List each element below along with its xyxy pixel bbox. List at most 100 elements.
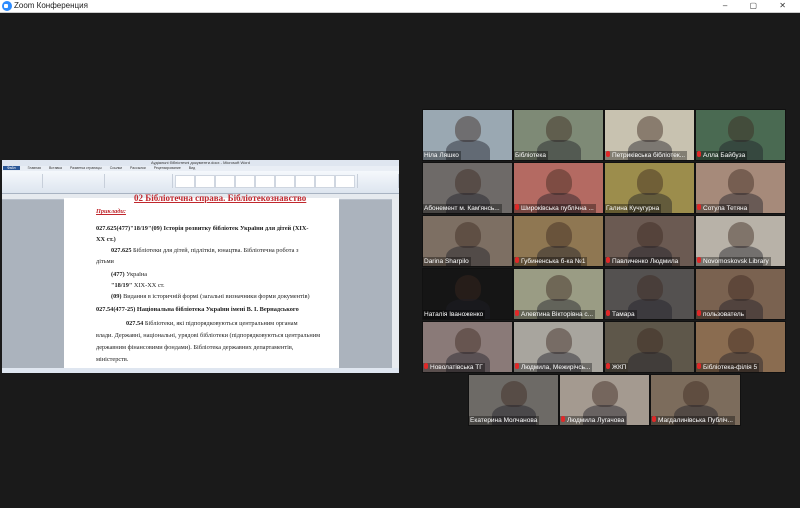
muted-mic-icon — [606, 151, 610, 158]
word-ribbon — [2, 171, 399, 194]
muted-mic-icon — [515, 204, 519, 211]
document-line: "18/19" XIX-XX ст. — [111, 282, 165, 289]
window-controls[interactable]: – ▢ ✕ — [723, 0, 796, 12]
participant-tile[interactable]: Novomoskovsk Library — [695, 215, 786, 267]
document-line: 027.54(477-25) Національна бібліотека Ук… — [96, 306, 299, 313]
muted-mic-icon — [424, 363, 428, 370]
document-line: влади. Державні, національні, урядові бі… — [96, 332, 321, 339]
participant-name: Новолатівська ТГ — [423, 363, 485, 372]
participant-tile[interactable]: Ніла Ляшко — [422, 109, 513, 161]
word-tab[interactable]: Разметка страницы — [70, 166, 102, 170]
zoom-title-bar: Zoom Конференция – ▢ ✕ — [0, 0, 800, 13]
participant-video-body — [628, 352, 672, 372]
participant-name: Тамара — [605, 310, 637, 319]
participant-tile[interactable]: Павличенко Людмила — [604, 215, 695, 267]
participant-tile[interactable]: Магдалинівська Публіч... — [650, 374, 741, 426]
participant-tile[interactable]: Новолатівська ТГ — [422, 321, 513, 373]
participant-name: Людмила Лугачова — [560, 416, 627, 425]
participant-name: Губиненська б-ка №1 — [514, 257, 588, 266]
participant-tile[interactable]: Галина Кучугурна — [604, 162, 695, 214]
muted-mic-icon — [606, 363, 610, 370]
word-tab[interactable]: Вид — [189, 166, 195, 170]
participant-video — [728, 116, 754, 142]
participant-name: Novomoskovsk Library — [696, 257, 771, 266]
participant-name: Екатерина Молчанова — [469, 416, 540, 425]
document-line: 027.54 Бібліотеки, які підпорядковуються… — [126, 320, 298, 327]
participant-tile[interactable]: Darina Sharpilo — [422, 215, 513, 267]
word-status-bar — [2, 368, 399, 373]
participant-video — [546, 275, 572, 301]
shared-screen[interactable]: Аудіальні бібліотечні документи.docx - M… — [2, 160, 399, 373]
example-label: Приклади: — [96, 208, 126, 215]
participant-name: Алевтина Вікторівна с... — [514, 310, 596, 319]
participant-tile[interactable]: Бібліотека — [513, 109, 604, 161]
participant-name: Darina Sharpilo — [423, 257, 471, 266]
participant-tile[interactable]: Губиненська б-ка №1 — [513, 215, 604, 267]
participant-name: Бібліотека-філія 5 — [696, 363, 760, 372]
muted-mic-icon — [697, 204, 701, 211]
participant-tile[interactable]: Абонемент м. Кам'янсь... — [422, 162, 513, 214]
participant-tile[interactable]: ЖКП — [604, 321, 695, 373]
muted-mic-icon — [697, 257, 701, 264]
document-line: дітьми — [96, 258, 114, 265]
participant-name: Сотула Тетяна — [696, 204, 750, 213]
participant-name: Бібліотека — [514, 151, 548, 160]
muted-mic-icon — [515, 257, 519, 264]
document-line: (477) Україна — [111, 271, 148, 278]
participant-video — [546, 222, 572, 248]
window-title: Zoom Конференция — [14, 1, 88, 10]
document-line: (09) Видання в історичній формі (загальн… — [111, 293, 310, 300]
word-scrollbar[interactable] — [392, 198, 399, 368]
participant-video — [683, 381, 709, 407]
participant-name: Галина Кучугурна — [605, 204, 662, 213]
participant-video — [455, 116, 481, 142]
participant-video — [728, 169, 754, 195]
participant-tile[interactable]: Петриківська бібліотек... — [604, 109, 695, 161]
word-tab[interactable]: Вставка — [49, 166, 62, 170]
participant-video — [455, 275, 481, 301]
participant-video — [455, 328, 481, 354]
document-heading: 02 Бібліотечна справа. Бібліотекознавств… — [134, 193, 307, 203]
participant-tile[interactable]: Сотула Тетяна — [695, 162, 786, 214]
participant-tile[interactable]: Бібліотека-філія 5 — [695, 321, 786, 373]
participant-video — [637, 222, 663, 248]
participant-name: Алла Байбуза — [696, 151, 748, 160]
participant-tile[interactable]: Тамара — [604, 268, 695, 320]
participant-name: Наталія Іваноженко — [423, 310, 486, 319]
muted-mic-icon — [515, 310, 519, 317]
muted-mic-icon — [697, 151, 701, 158]
participant-video — [455, 222, 481, 248]
document-line: 027.625(477)"18/19"(09) Історія розвитку… — [96, 225, 309, 232]
participant-tile[interactable]: Екатерина Молчанова — [468, 374, 559, 426]
participant-tile[interactable]: Людмила Лугачова — [559, 374, 650, 426]
muted-mic-icon — [697, 310, 701, 317]
participant-name: Абонемент м. Кам'янсь... — [423, 204, 502, 213]
participant-video — [637, 275, 663, 301]
participant-video — [546, 328, 572, 354]
participant-video — [728, 222, 754, 248]
word-document-page: 02 Бібліотечна справа. Бібліотекознавств… — [64, 193, 339, 373]
zoom-logo-icon — [2, 1, 12, 11]
participant-tile[interactable]: Алла Байбуза — [695, 109, 786, 161]
participant-tile[interactable]: Широківська публічна ... — [513, 162, 604, 214]
muted-mic-icon — [652, 416, 656, 423]
participant-tile[interactable]: Людмила, Межирічсь... — [513, 321, 604, 373]
muted-mic-icon — [515, 363, 519, 370]
word-tab[interactable]: Рассылки — [130, 166, 146, 170]
participant-video — [728, 328, 754, 354]
participant-name: Петриківська бібліотек... — [605, 151, 688, 160]
participant-tile[interactable]: пользователь — [695, 268, 786, 320]
word-tab[interactable]: Главная — [28, 166, 41, 170]
participant-video — [637, 328, 663, 354]
participant-video — [501, 381, 527, 407]
participant-tile[interactable]: Алевтина Вікторівна с... — [513, 268, 604, 320]
participant-name: Магдалинівська Публіч... — [651, 416, 735, 425]
participant-tile[interactable]: Наталія Іваноженко — [422, 268, 513, 320]
participant-video — [637, 169, 663, 195]
participant-video — [728, 275, 754, 301]
word-tab[interactable]: Рецензирование — [154, 166, 181, 170]
participant-video — [637, 116, 663, 142]
word-tab[interactable]: Файл — [3, 166, 20, 170]
participant-video — [592, 381, 618, 407]
word-tab[interactable]: Ссылки — [110, 166, 122, 170]
